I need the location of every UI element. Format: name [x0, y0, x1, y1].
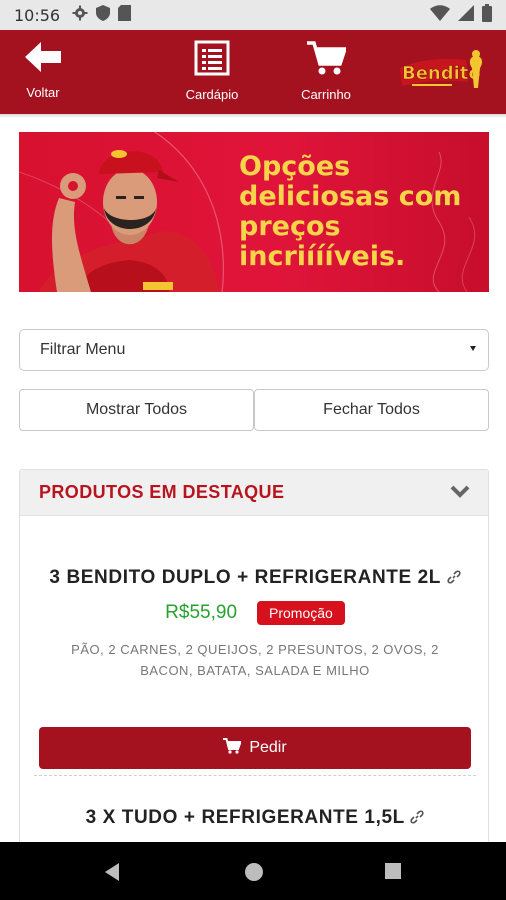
product-divider: [34, 775, 476, 776]
android-nav-bar: [0, 842, 506, 900]
cart-button[interactable]: Carrinho: [286, 40, 366, 102]
price-row: R$55,90 Promoção: [20, 601, 488, 625]
sd-card-icon: [118, 4, 132, 26]
back-triangle-icon[interactable]: [103, 862, 121, 887]
menu-button[interactable]: Cardápio: [172, 40, 252, 102]
close-all-label: Fechar Todos: [323, 401, 420, 418]
product-name[interactable]: 3 BENDITO DUPLO + REFRIGERANTE 2L: [20, 567, 488, 589]
promo-banner[interactable]: Opções deliciosas com preços incriííívei…: [19, 132, 489, 292]
app-bar: Voltar Cardápio Carrinho Bendito: [0, 30, 506, 114]
product-card: 3 BENDITO DUPLO + REFRIGERANTE 2L R$55,9…: [20, 567, 488, 681]
cart-icon: [306, 40, 348, 81]
status-time: 10:56: [14, 5, 61, 25]
back-button[interactable]: Voltar: [3, 40, 83, 100]
filter-menu-select[interactable]: Filtrar Menu: [19, 329, 489, 371]
wifi-icon: [430, 4, 450, 26]
promo-badge: Promoção: [257, 601, 345, 625]
status-left-icons: [72, 4, 132, 26]
chevron-down-icon[interactable]: [450, 484, 470, 505]
menu-list-icon: [194, 40, 230, 81]
order-label: Pedir: [249, 739, 287, 756]
featured-products-title: PRODUTOS EM DESTAQUE: [39, 482, 285, 502]
cart-icon: [223, 737, 243, 759]
filter-menu-value: Filtrar Menu: [40, 341, 126, 358]
order-button[interactable]: Pedir: [39, 727, 471, 769]
show-all-label: Mostrar Todos: [85, 401, 188, 418]
status-bar: 10:56: [0, 0, 506, 30]
gear-icon: [72, 5, 88, 26]
svg-text:Bendito: Bendito: [402, 63, 481, 84]
product-name[interactable]: 3 X TUDO + REFRIGERANTE 1,5L: [20, 807, 488, 829]
featured-products-header[interactable]: PRODUTOS EM DESTAQUE: [20, 470, 488, 516]
product-card: 3 X TUDO + REFRIGERANTE 1,5L: [20, 807, 488, 829]
dropdown-caret-icon: [470, 346, 476, 351]
link-icon[interactable]: [410, 807, 425, 828]
featured-products-panel: PRODUTOS EM DESTAQUE 3 BENDITO DUPLO + R…: [19, 469, 489, 869]
close-all-button[interactable]: Fechar Todos: [254, 389, 489, 431]
bendito-logo: Bendito: [396, 48, 490, 96]
banner-headline: Opções deliciosas com preços incriííívei…: [239, 151, 462, 272]
battery-icon: [482, 3, 492, 27]
status-right-icons: [430, 3, 492, 27]
back-label: Voltar: [26, 85, 60, 100]
app-bar-shadow: [0, 114, 506, 118]
product-price: R$55,90: [165, 602, 238, 623]
cart-label: Carrinho: [301, 87, 351, 102]
link-icon[interactable]: [446, 567, 461, 588]
product-description: PÃO, 2 CARNES, 2 QUEIJOS, 2 PRESUNTOS, 2…: [71, 642, 439, 678]
menu-label: Cardápio: [185, 87, 239, 102]
shield-icon: [96, 4, 111, 26]
recents-square-icon[interactable]: [384, 862, 402, 885]
show-all-button[interactable]: Mostrar Todos: [19, 389, 254, 431]
signal-icon: [458, 4, 474, 26]
arrow-left-icon: [23, 40, 63, 79]
home-circle-icon[interactable]: [244, 862, 264, 887]
